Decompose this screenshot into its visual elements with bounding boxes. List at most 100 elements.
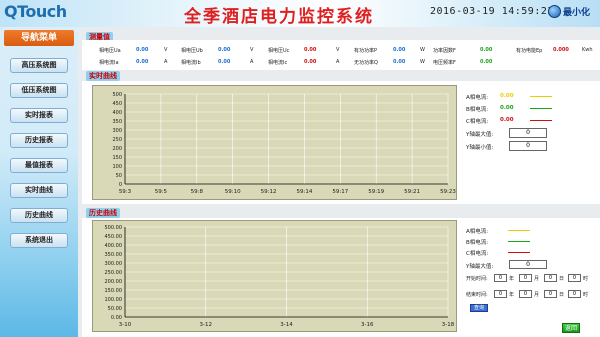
history-legend-line-c bbox=[508, 252, 530, 253]
legend-line-c bbox=[530, 120, 552, 121]
sidebar-item-extreme-report[interactable]: 最值报表 bbox=[10, 158, 68, 173]
y-tick-label: 50 bbox=[116, 173, 122, 179]
time-field-input[interactable]: 0 bbox=[544, 274, 557, 282]
datetime-display: 2016-03-19 14:59:23 bbox=[430, 6, 554, 17]
sidebar-item-realtime-report[interactable]: 实时报表 bbox=[10, 108, 68, 123]
sidebar-title: 导航菜单 bbox=[4, 30, 74, 46]
history-legend-label-c: C相电流: bbox=[466, 251, 489, 257]
history-section-label: 历史曲线 bbox=[86, 208, 120, 218]
y-tick-label: 400.00 bbox=[105, 243, 123, 249]
return-button[interactable]: 返回 bbox=[562, 323, 580, 333]
x-tick-label: 3-18 bbox=[442, 322, 455, 328]
time-field-input[interactable]: 0 bbox=[519, 274, 532, 282]
realtime-section-label: 实时曲线 bbox=[86, 71, 120, 81]
y-tick-label: 150.00 bbox=[105, 288, 123, 294]
ymax-label: Y轴最大值: bbox=[466, 132, 494, 138]
history-ymax-input[interactable]: 0 bbox=[509, 260, 547, 269]
measure-label: 相电流Ib bbox=[181, 60, 201, 66]
minimize-button[interactable]: 最小化 bbox=[548, 5, 590, 18]
x-tick-label: 59:5 bbox=[155, 189, 168, 195]
history-ymax-label: Y轴最大值: bbox=[466, 264, 494, 270]
y-tick-label: 450.00 bbox=[105, 234, 123, 240]
sidebar-item-realtime-curve[interactable]: 实时曲线 bbox=[10, 183, 68, 198]
minimize-label: 最小化 bbox=[563, 8, 591, 18]
history-chart-svg: 500.00 450.00 400.00 350.00 300.00 250.00 200.… bbox=[105, 225, 455, 328]
legend-value-c: 0.00 bbox=[500, 117, 514, 123]
time-field-input[interactable]: 0 bbox=[568, 290, 581, 298]
y-tick-label: 150 bbox=[112, 155, 122, 161]
y-tick-label: 300.00 bbox=[105, 261, 123, 267]
y-tick-label: 500 bbox=[112, 92, 122, 98]
sidebar: 导航菜单 高压系统图 低压系统图 实时报表 历史报表 最值报表 实时曲线 历史曲… bbox=[0, 27, 78, 337]
realtime-panel: 500 450 400 350 300 250 200 150 100 50 0 59:3 59:5 59… bbox=[82, 81, 600, 204]
time-field-input[interactable]: 0 bbox=[519, 290, 532, 298]
measure-unit: V bbox=[250, 47, 254, 53]
y-tick-label: 200 bbox=[112, 146, 122, 152]
ymin-input[interactable]: 0 bbox=[509, 141, 547, 151]
measure-label: 相电流Ic bbox=[268, 60, 288, 66]
ymax-input[interactable]: 0 bbox=[509, 128, 547, 138]
measure-label: 电压频率F bbox=[433, 60, 456, 66]
measure-label: 无功功率Q bbox=[354, 60, 378, 66]
measure-panel: 相电压Ua 0.00 V 相电压Ub 0.00 V 相电压Uc 0.00 V 有… bbox=[82, 40, 600, 70]
y-tick-label: 0.00 bbox=[111, 315, 122, 321]
measure-value: 0.00 bbox=[136, 47, 149, 53]
time-field-input[interactable]: 0 bbox=[494, 290, 507, 298]
query-button[interactable]: 查询 bbox=[470, 304, 488, 312]
sidebar-item-low-voltage[interactable]: 低压系统图 bbox=[10, 83, 68, 98]
time-field-input[interactable]: 0 bbox=[494, 274, 507, 282]
y-tick-label: 300 bbox=[112, 128, 122, 134]
legend-value-a: 0.00 bbox=[500, 93, 514, 99]
sidebar-item-history-curve[interactable]: 历史曲线 bbox=[10, 208, 68, 223]
time-field-input[interactable]: 0 bbox=[568, 274, 581, 282]
y-tick-label: 500.00 bbox=[105, 225, 123, 231]
measure-value: 0.000 bbox=[553, 47, 569, 53]
minimize-icon bbox=[548, 5, 561, 18]
x-tick-label: 59:3 bbox=[119, 189, 132, 195]
measure-value: 0.00 bbox=[304, 47, 317, 53]
measure-value: 0.00 bbox=[218, 47, 231, 53]
history-legend-label-b: B相电流: bbox=[466, 240, 489, 246]
time-field-unit: 年 bbox=[509, 292, 515, 298]
sidebar-item-high-voltage[interactable]: 高压系统图 bbox=[10, 58, 68, 73]
page-title: 全季酒店电力监控系统 bbox=[184, 7, 374, 27]
time-field-unit: 日 bbox=[559, 276, 565, 282]
measure-value: 0.00 bbox=[218, 59, 231, 65]
time-field-unit: 时 bbox=[583, 292, 589, 298]
x-tick-label: 59:8 bbox=[191, 189, 204, 195]
sidebar-item-exit[interactable]: 系统退出 bbox=[10, 233, 68, 248]
x-tick-label: 59:12 bbox=[261, 189, 277, 195]
y-tick-label: 100.00 bbox=[105, 297, 123, 303]
legend-line-b bbox=[530, 108, 552, 109]
realtime-chart-svg: 50045040035030025020015010050059:3 59:5 59… bbox=[112, 92, 456, 195]
x-tick-label: 3-10 bbox=[119, 322, 132, 328]
legend-line-a bbox=[530, 96, 552, 97]
end-time-label: 结束时间: bbox=[466, 292, 488, 298]
time-field-unit: 月 bbox=[534, 292, 540, 298]
y-tick-label: 350 bbox=[112, 119, 122, 125]
history-panel: 500.00 450.00 400.00 350.00 300.00 250.00 200.… bbox=[82, 218, 600, 337]
measure-value: 0.00 bbox=[304, 59, 317, 65]
measure-label: 相电压Ua bbox=[99, 48, 121, 54]
measure-unit: W bbox=[420, 47, 425, 53]
measure-label: 相电压Uc bbox=[268, 48, 290, 54]
x-tick-label: 3-14 bbox=[280, 322, 293, 328]
sidebar-item-history-report[interactable]: 历史报表 bbox=[10, 133, 68, 148]
y-tick-label: 350.00 bbox=[105, 252, 123, 258]
y-tick-label: 50.00 bbox=[108, 306, 122, 312]
x-tick-label: 59:19 bbox=[368, 189, 384, 195]
measure-label: 相电压Ub bbox=[181, 48, 203, 54]
realtime-chart: 500 450 400 350 300 250 200 150 100 50 0 59:3 59:5 59… bbox=[92, 85, 457, 200]
legend-value-b: 0.00 bbox=[500, 105, 514, 111]
time-field-input[interactable]: 0 bbox=[544, 290, 557, 298]
y-tick-label: 100 bbox=[112, 164, 122, 170]
x-tick-label: 3-16 bbox=[361, 322, 374, 328]
measure-unit: W bbox=[420, 59, 425, 65]
time-field-unit: 月 bbox=[534, 276, 540, 282]
time-field-unit: 日 bbox=[559, 292, 565, 298]
history-chart: 500.00 450.00 400.00 350.00 300.00 250.00 200.… bbox=[92, 220, 457, 332]
legend-label-c: C相电流: bbox=[466, 119, 489, 125]
measure-unit: V bbox=[336, 47, 340, 53]
x-tick-label: 59:21 bbox=[404, 189, 420, 195]
time-field-unit: 年 bbox=[509, 276, 515, 282]
